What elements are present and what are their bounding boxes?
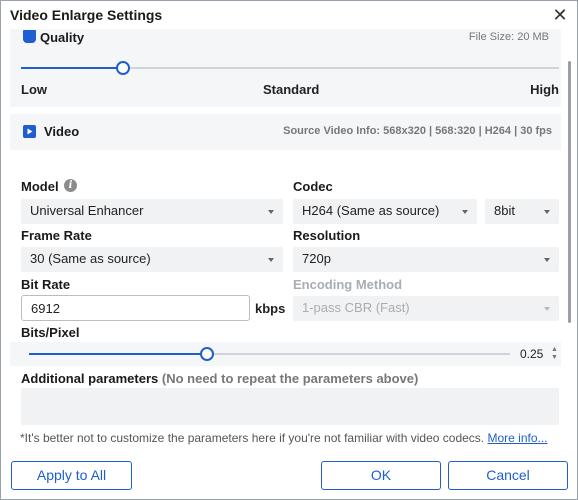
dialog-title: Video Enlarge Settings [10,7,163,23]
quality-low-label: Low [21,82,47,97]
close-icon[interactable]: ✕ [549,4,571,26]
encoding-method-label: Encoding Method [293,277,403,292]
chevron-down-icon [268,210,274,214]
bit-depth-select[interactable]: 8bit [485,199,559,224]
bit-rate-label: Bit Rate [21,277,71,292]
resolution-label: Resolution [293,228,361,243]
video-enlarge-settings-dialog: Video Enlarge Settings ✕ Quality File Si… [0,0,578,500]
ok-button[interactable]: OK [321,461,441,490]
codec-value: H264 (Same as source) [302,203,440,218]
bit-rate-input[interactable]: 6912 [21,295,250,321]
additional-parameters-label: Additional parameters (No need to repeat… [21,371,418,386]
bit-depth-value: 8bit [494,203,515,218]
encoding-method-select: 1-pass CBR (Fast) [293,296,559,321]
chevron-down-icon [544,210,550,214]
stepper-up-icon[interactable]: ▲ [551,346,558,353]
additional-parameters-title: Additional parameters [21,371,159,386]
bpp-slider-thumb[interactable] [200,347,214,361]
codec-select[interactable]: H264 (Same as source) [293,199,477,224]
apply-to-all-button[interactable]: Apply to All [11,461,132,490]
model-value: Universal Enhancer [30,203,144,218]
model-label: Model [21,179,59,194]
cancel-button[interactable]: Cancel [448,461,568,490]
chevron-down-icon [544,258,550,262]
additional-parameters-hint: (No need to repeat the parameters above) [161,371,419,386]
bits-per-pixel-label: Bits/Pixel [21,325,80,340]
codec-warning-text: *It's better not to customize the parame… [20,431,485,445]
video-play-icon [23,125,36,138]
quality-standard-label: Standard [263,82,320,97]
stepper-down-icon[interactable]: ▼ [551,354,558,361]
codec-label: Codec [293,179,333,194]
model-select[interactable]: Universal Enhancer [21,199,283,224]
additional-parameters-input[interactable] [21,388,559,425]
chevron-down-icon [462,210,468,214]
resolution-value: 720p [302,251,331,266]
chevron-down-icon [268,258,274,262]
quality-high-label: High [530,82,559,97]
frame-rate-select[interactable]: 30 (Same as source) [21,247,283,272]
source-video-info: Source Video Info: 568x320 | 568:320 | H… [283,125,552,137]
frame-rate-value: 30 (Same as source) [30,251,151,266]
file-size-text: File Size: 20 MB [468,31,549,43]
quality-icon [23,30,36,43]
bit-rate-value: 6912 [31,301,60,316]
bpp-slider-fill [29,353,207,355]
bit-rate-unit: kbps [255,301,286,316]
quality-slider-thumb[interactable] [116,61,130,75]
settings-scroll-area[interactable]: Quality File Size: 20 MB Low Standard Hi… [10,29,561,455]
info-icon[interactable]: i [64,179,77,192]
video-title: Video [44,124,80,139]
quality-section: Quality File Size: 20 MB Low Standard Hi… [10,29,561,107]
chevron-down-icon [544,307,550,311]
title-bar: Video Enlarge Settings ✕ [1,1,577,29]
resolution-select[interactable]: 720p [293,247,559,272]
quality-slider-fill [21,67,123,69]
encoding-method-value: 1-pass CBR (Fast) [302,300,410,315]
more-info-link[interactable]: More info... [487,431,547,445]
frame-rate-label: Frame Rate [21,228,92,243]
bpp-value[interactable]: 0.25 [520,347,543,361]
quality-title: Quality [40,30,85,45]
codec-warning-note: *It's better not to customize the parame… [20,431,548,445]
vertical-scrollbar[interactable] [568,61,571,323]
